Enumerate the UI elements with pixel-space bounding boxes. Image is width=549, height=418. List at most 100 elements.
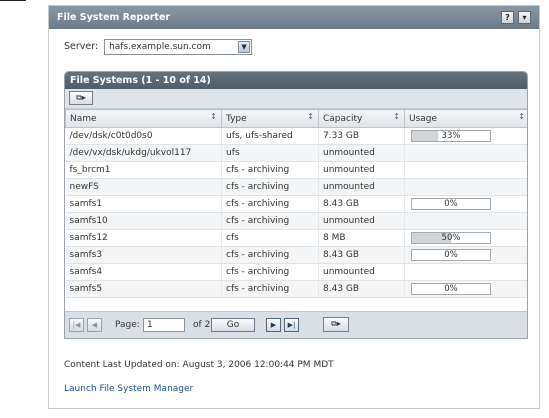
cell-usage: 50%	[404, 229, 527, 247]
table-row[interactable]: /dev/dsk/c0t0d0s0 ufs, ufs-shared 7.33 GB 3…	[65, 127, 527, 145]
cell-capacity: 7.33 GB	[318, 127, 405, 145]
usage-percent: 50%	[441, 233, 461, 243]
sort-icon[interactable]: ↕	[307, 112, 314, 121]
table-title: File Systems (1 - 10 of 14)	[65, 72, 527, 89]
cell-capacity: unmounted	[318, 161, 405, 179]
column-label: Name	[70, 113, 97, 124]
column-header-name[interactable]: Name ↕	[65, 109, 222, 128]
cell-capacity: unmounted	[318, 263, 405, 281]
file-system-reporter-portlet: File System Reporter ? ▾ Server: hafs.ex…	[48, 5, 540, 409]
launch-file-system-manager-link[interactable]: Launch File System Manager	[64, 384, 193, 394]
cell-type: cfs - archiving	[221, 212, 319, 230]
table-row[interactable]: samfs1 cfs - archiving 8.43 GB 0%	[65, 195, 527, 213]
usage-bar: 0%	[411, 283, 491, 295]
cell-capacity: 8.43 GB	[318, 246, 405, 264]
cell-name[interactable]: samfs10	[65, 212, 222, 230]
pagination-bar: |◀ ◀ Page: 1 of 2 Go ▶ ▶| ⧉▸	[65, 311, 527, 338]
next-page-icon[interactable]: ▶	[266, 318, 281, 332]
toggle-view-icon[interactable]: ⧉▸	[323, 317, 349, 332]
table-row[interactable]: newFS cfs - archiving unmounted	[65, 178, 527, 196]
cell-type: cfs - archiving	[221, 280, 319, 298]
column-label: Usage	[409, 113, 438, 124]
go-button[interactable]: Go	[211, 318, 255, 332]
table-row[interactable]: /dev/vx/dsk/ukdg/ukvol117 ufs unmounted	[65, 144, 527, 162]
sort-icon[interactable]: ↕	[393, 112, 400, 121]
column-label: Type	[226, 113, 247, 124]
column-header-capacity[interactable]: Capacity ↕	[318, 109, 405, 128]
cell-capacity: unmounted	[318, 144, 405, 162]
table-row[interactable]: samfs10 cfs - archiving unmounted	[65, 212, 527, 230]
server-select[interactable]: hafs.example.sun.com ▼	[104, 39, 253, 55]
last-page-icon[interactable]: ▶|	[284, 318, 299, 332]
column-header-usage[interactable]: Usage ↕	[404, 109, 527, 128]
cell-type: cfs	[221, 229, 319, 247]
help-icon[interactable]: ?	[501, 11, 514, 24]
usage-bar: 33%	[411, 130, 491, 142]
usage-percent: 0%	[444, 284, 458, 294]
cell-name[interactable]: samfs3	[65, 246, 222, 264]
toggle-view-icon[interactable]: ⧉▸	[69, 91, 93, 105]
cell-type: cfs - archiving	[221, 246, 319, 264]
cell-type: ufs, ufs-shared	[221, 127, 319, 145]
cell-type: cfs - archiving	[221, 161, 319, 179]
page-label: Page:	[115, 320, 140, 330]
cell-usage: 33%	[404, 127, 527, 145]
cell-name[interactable]: samfs1	[65, 195, 222, 213]
column-label: Capacity	[323, 113, 363, 124]
usage-percent: 0%	[444, 199, 458, 209]
table-row[interactable]: samfs12 cfs 8 MB 50%	[65, 229, 527, 247]
page-count-label: of 2	[193, 320, 211, 330]
cell-name[interactable]: /dev/dsk/c0t0d0s0	[65, 127, 222, 145]
cell-name[interactable]: samfs4	[65, 263, 222, 281]
cell-capacity: 8.43 GB	[318, 195, 405, 213]
table-row[interactable]: samfs5 cfs - archiving 8.43 GB 0%	[65, 280, 527, 298]
column-header-type[interactable]: Type ↕	[221, 109, 319, 128]
cell-usage: 0%	[404, 195, 527, 213]
cell-usage	[404, 161, 527, 179]
sort-icon[interactable]: ↕	[518, 112, 525, 121]
usage-bar: 0%	[411, 249, 491, 261]
cell-usage	[404, 144, 527, 162]
table-row[interactable]: samfs3 cfs - archiving 8.43 GB 0%	[65, 246, 527, 264]
portlet-menu-icon[interactable]: ▾	[518, 11, 531, 24]
page-number-input[interactable]: 1	[143, 318, 185, 332]
cell-name[interactable]: samfs5	[65, 280, 222, 298]
cell-usage	[404, 178, 527, 196]
cell-name[interactable]: fs_brcm1	[65, 161, 222, 179]
cell-type: cfs - archiving	[221, 195, 319, 213]
server-label: Server:	[64, 41, 99, 52]
sort-icon[interactable]: ↕	[210, 112, 217, 121]
cell-type: ufs	[221, 144, 319, 162]
cell-capacity: 8.43 GB	[318, 280, 405, 298]
cell-type: cfs - archiving	[221, 178, 319, 196]
chevron-down-icon[interactable]: ▼	[238, 41, 251, 53]
cell-name[interactable]: samfs12	[65, 229, 222, 247]
table-row[interactable]: samfs4 cfs - archiving unmounted	[65, 263, 527, 281]
usage-bar: 0%	[411, 198, 491, 210]
first-page-icon[interactable]: |◀	[69, 318, 84, 332]
usage-percent: 0%	[444, 250, 458, 260]
cell-usage	[404, 263, 527, 281]
cell-name[interactable]: newFS	[65, 178, 222, 196]
usage-bar: 50%	[411, 232, 491, 244]
cell-usage	[404, 212, 527, 230]
server-row: Server: hafs.example.sun.com ▼	[64, 39, 253, 55]
cell-usage: 0%	[404, 246, 527, 264]
cell-capacity: unmounted	[318, 212, 405, 230]
cell-capacity: unmounted	[318, 178, 405, 196]
usage-percent: 33%	[441, 131, 461, 141]
last-updated-text: Content Last Updated on: August 3, 2006 …	[64, 360, 334, 370]
cell-type: cfs - archiving	[221, 263, 319, 281]
cell-name[interactable]: /dev/vx/dsk/ukdg/ukvol117	[65, 144, 222, 162]
table-toolbar: ⧉▸	[65, 89, 527, 109]
file-systems-grid: Name ↕ Type ↕ Capacity ↕ Usage ↕ /dev/dsk/c0…	[65, 109, 527, 298]
portlet-header: File System Reporter ? ▾	[49, 6, 539, 29]
server-select-value: hafs.example.sun.com	[109, 42, 211, 52]
top-divider	[0, 0, 26, 1]
table-row[interactable]: fs_brcm1 cfs - archiving unmounted	[65, 161, 527, 179]
previous-page-icon[interactable]: ◀	[87, 318, 102, 332]
cell-usage: 0%	[404, 280, 527, 298]
file-systems-table: File Systems (1 - 10 of 14) ⧉▸ Name ↕ Typ…	[64, 71, 528, 339]
cell-capacity: 8 MB	[318, 229, 405, 247]
portlet-title: File System Reporter	[57, 12, 171, 23]
